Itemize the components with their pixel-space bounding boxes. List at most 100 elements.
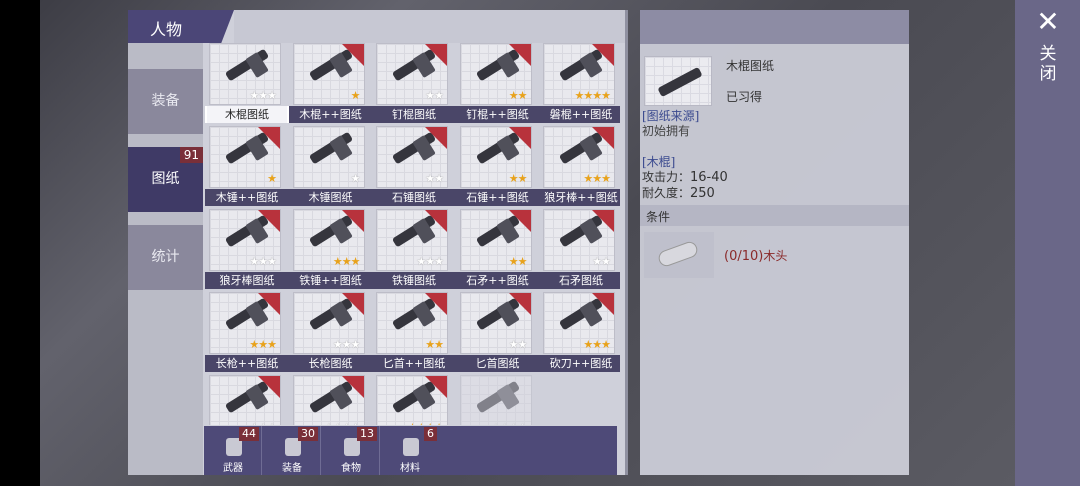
blueprint-thumbnail: ★★★ [209,43,281,105]
blueprint-card[interactable]: ★★★★ [456,375,536,425]
new-ribbon-icon [592,44,614,66]
blueprint-card[interactable]: ★★★★ 磐棍++图纸 [539,43,620,123]
star-icon: ★ [517,172,528,185]
blueprint-label: 长枪++图纸 [205,355,289,372]
star-rating: ★★ [508,338,528,351]
tab-count-badge: 6 [424,427,437,441]
blueprint-thumbnail: ★★★★ [292,375,365,425]
star-icon: ★ [592,172,602,185]
star-rating: ★★ [425,89,444,102]
star-icon: ★ [508,338,519,351]
star-icon: ★ [583,89,593,102]
star-icon: ★ [517,338,528,351]
panel-title: 人物 [150,20,183,39]
category-blueprints[interactable]: 图纸 91 [128,147,203,212]
blueprint-thumbnail: ★★★★ [459,375,532,426]
blueprint-card[interactable]: ★ 木棍++图纸 [288,43,373,123]
blueprint-label: 狼牙棒图纸 [205,272,289,289]
star-icon: ★ [425,421,435,426]
detail-item-name: 木棍图纸 [726,59,775,73]
category-label: 装备 [151,93,180,109]
bottom-tab[interactable]: 44 武器 [204,426,262,475]
category-equipment[interactable]: 装备 [128,69,203,134]
blueprint-card[interactable]: ★★ 石锤图纸 [372,126,456,206]
category-statistics[interactable]: 统计 [128,225,203,290]
star-icon: ★ [425,172,435,185]
wood-log-icon [656,239,700,269]
blueprint-card[interactable]: ★★ 石矛图纸 [539,209,620,289]
tab-label: 食物 [341,463,361,474]
star-icon: ★ [332,338,343,351]
blueprint-card[interactable]: ★★★ 长枪++图纸 [205,292,289,372]
star-icon: ★ [267,172,277,185]
blueprint-card[interactable]: ★★★ 木棍图纸 [205,43,289,123]
blueprint-label: 砍刀++图纸 [539,355,620,372]
conditions-heading: 条件 [646,210,671,224]
new-ribbon-icon [341,210,364,232]
star-rating: ★★ [509,256,528,268]
blueprint-thumbnail: ★★ [376,43,448,105]
blueprint-thumbnail: ★★ [459,292,532,354]
blueprint-thumbnail: ★★ [459,126,532,188]
bottom-tab[interactable]: 6 材料 [381,426,439,475]
tab-count-badge: 30 [298,427,318,441]
blueprint-thumbnail: ★★★ [292,209,365,271]
star-icon: ★ [434,89,444,102]
blueprint-card[interactable]: ★★★★ [372,375,452,425]
new-ribbon-icon [258,210,280,232]
star-rating: ★★★ [583,172,611,185]
star-rating: ★★★ [583,338,611,351]
close-label[interactable]: 关闭 [1037,44,1059,84]
star-icon: ★ [258,338,268,351]
star-rating: ★★★★ [408,421,444,426]
blueprint-label: 石矛++图纸 [455,272,540,289]
panel-header-bar [234,10,625,43]
blueprint-card[interactable]: ★ 木锤图纸 [288,126,373,206]
star-icon: ★ [508,89,519,102]
blueprint-card[interactable]: ★★★ 狼牙棒图纸 [205,209,289,289]
star-icon: ★ [425,255,435,268]
star-icon: ★ [518,421,528,426]
tab-count-badge: 44 [239,427,259,441]
blueprint-card[interactable]: ★★★★ [289,375,369,425]
blueprint-card[interactable]: ★★★ 砍刀++图纸 [539,292,620,372]
star-icon: ★ [583,172,593,185]
star-icon: ★ [592,89,602,102]
blueprint-label: 石锤图纸 [372,189,456,206]
blueprint-card[interactable]: ★★★ 铁锤++图纸 [288,209,373,289]
blueprint-card[interactable]: ★ 木锤++图纸 [205,126,289,206]
new-ribbon-icon [341,376,364,398]
star-icon: ★ [601,338,611,351]
bottom-tab[interactable]: 30 装备 [263,426,321,475]
bottom-tab[interactable]: 13 食物 [322,426,380,475]
blueprint-card[interactable]: ★★★ [205,375,285,425]
blueprint-card[interactable]: ★★★ 铁锤图纸 [372,209,456,289]
blueprint-card[interactable]: ★★ 钉棍++图纸 [455,43,540,123]
star-icon: ★ [517,89,528,102]
new-ribbon-icon [508,293,531,315]
star-rating: ★★ [508,89,528,102]
star-icon: ★ [491,421,501,426]
blueprint-thumbnail: ★★ [459,43,532,105]
star-icon: ★ [267,255,277,268]
new-ribbon-icon [341,293,364,315]
star-rating: ★★★ [249,90,277,102]
material-slot[interactable] [644,232,714,278]
blueprint-card[interactable]: ★★ 匕首图纸 [455,292,540,372]
star-rating: ★ [351,90,361,102]
blueprint-card[interactable]: ★★★ 狼牙棒++图纸 [539,126,620,206]
star-rating: ★★★★ [575,90,611,102]
new-ribbon-icon [425,293,447,315]
blueprint-card[interactable]: ★★★ 长枪图纸 [288,292,373,372]
requirement-item: 木头 [763,249,788,263]
blueprint-card[interactable]: ★★ 石矛++图纸 [455,209,540,289]
star-rating: ★★★ [416,255,444,268]
material-requirement: (0/10)木头 [724,247,787,264]
blueprint-label: 铁锤++图纸 [288,272,373,289]
blueprint-thumbnail: ★★★ [376,209,448,271]
blueprint-card[interactable]: ★★ 钉棍图纸 [372,43,456,123]
blueprint-card[interactable]: ★★ 石锤++图纸 [455,126,540,206]
blueprint-label: 石锤++图纸 [455,189,540,206]
blueprint-card[interactable]: ★★ 匕首++图纸 [372,292,456,372]
close-icon[interactable]: ✕ [1034,8,1062,36]
